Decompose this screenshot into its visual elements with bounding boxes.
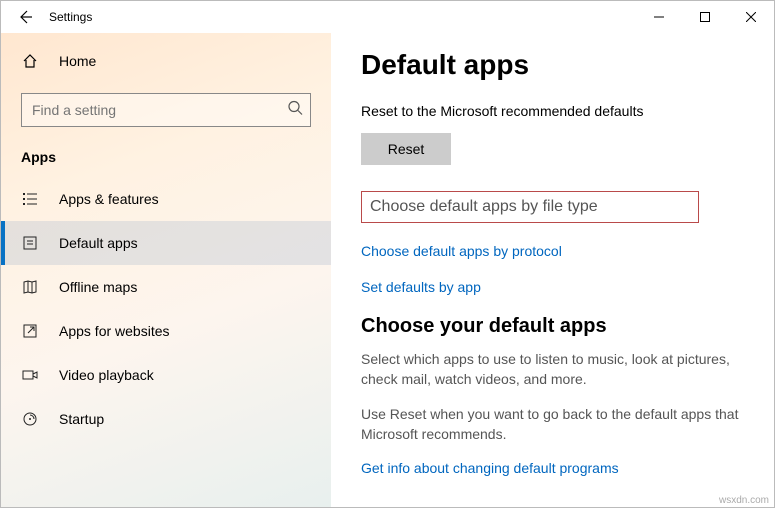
search-icon [287, 100, 303, 121]
maximize-icon [700, 12, 710, 22]
open-icon [21, 323, 39, 339]
map-icon [21, 279, 39, 295]
sidebar-item-offline-maps[interactable]: Offline maps [1, 265, 331, 309]
close-button[interactable] [728, 1, 774, 33]
content-pane: Default apps Reset to the Microsoft reco… [331, 33, 774, 507]
home-label: Home [59, 53, 96, 69]
sidebar-item-startup[interactable]: Startup [1, 397, 331, 441]
link-default-by-protocol[interactable]: Choose default apps by protocol [361, 243, 562, 259]
titlebar: Settings [1, 1, 774, 33]
link-default-by-filetype[interactable]: Choose default apps by file type [361, 191, 699, 223]
sidebar-item-label: Video playback [59, 367, 154, 383]
reset-description: Reset to the Microsoft recommended defau… [361, 103, 744, 119]
link-get-info[interactable]: Get info about changing default programs [361, 460, 619, 476]
home-nav[interactable]: Home [1, 39, 331, 83]
sidebar-item-video-playback[interactable]: Video playback [1, 353, 331, 397]
description-2: Use Reset when you want to go back to th… [361, 405, 744, 444]
list-icon [21, 191, 39, 207]
search-input[interactable] [21, 93, 311, 127]
description-1: Select which apps to use to listen to mu… [361, 350, 744, 389]
sidebar-item-label: Offline maps [59, 279, 137, 295]
startup-icon [21, 411, 39, 427]
defaults-icon [21, 235, 39, 251]
link-set-defaults-by-app[interactable]: Set defaults by app [361, 279, 481, 295]
window-title: Settings [49, 10, 92, 24]
sidebar-item-label: Startup [59, 411, 104, 427]
sidebar-item-default-apps[interactable]: Default apps [1, 221, 331, 265]
minimize-button[interactable] [636, 1, 682, 33]
video-icon [21, 367, 39, 383]
maximize-button[interactable] [682, 1, 728, 33]
sidebar-item-apps-features[interactable]: Apps & features [1, 177, 331, 221]
sidebar-item-label: Default apps [59, 235, 138, 251]
watermark: wsxdn.com [719, 495, 769, 506]
close-icon [746, 12, 756, 22]
sidebar-item-label: Apps & features [59, 191, 159, 207]
section-header: Apps [1, 145, 331, 177]
reset-button[interactable]: Reset [361, 133, 451, 165]
subheading: Choose your default apps [361, 315, 744, 338]
sidebar: Home Apps Apps & features Default apps O… [1, 33, 331, 507]
back-button[interactable] [9, 1, 41, 33]
page-title: Default apps [361, 49, 744, 81]
arrow-left-icon [17, 9, 33, 25]
sidebar-item-label: Apps for websites [59, 323, 170, 339]
home-icon [21, 53, 39, 69]
minimize-icon [654, 12, 664, 22]
sidebar-item-apps-websites[interactable]: Apps for websites [1, 309, 331, 353]
